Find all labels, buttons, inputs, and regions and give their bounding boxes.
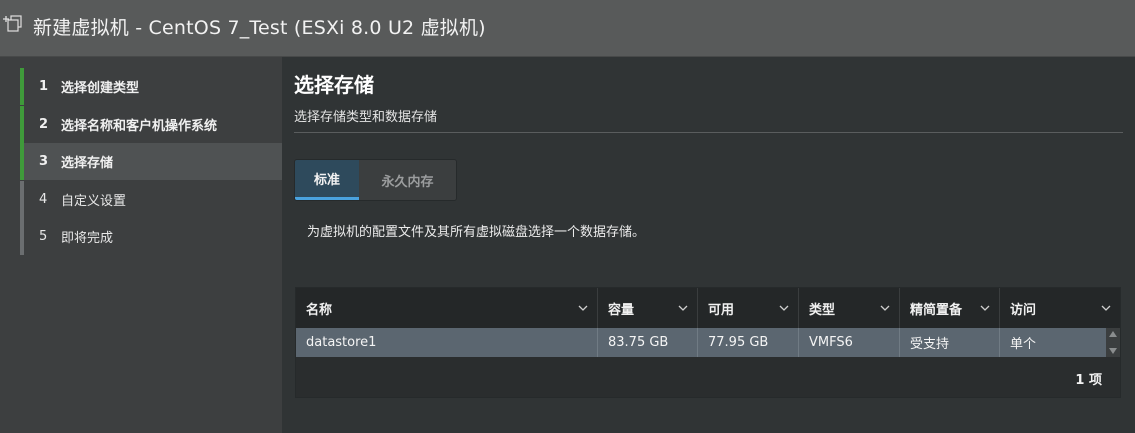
column-label: 访问 (1010, 302, 1037, 318)
wizard-titlebar: 新建虚拟机 - CentOS 7_Test (ESXi 8.0 U2 虚拟机) (0, 0, 1135, 57)
page-title: 选择存储 (294, 73, 374, 97)
column-header-thin-provisioning[interactable]: 精简置备 (900, 288, 1000, 328)
step-number: 2 (39, 117, 49, 132)
step-select-storage[interactable]: 3 选择存储 (20, 143, 282, 180)
chevron-down-icon[interactable] (678, 305, 688, 311)
step-number: 4 (39, 192, 48, 207)
tab-persistent-memory[interactable]: 永久内存 (359, 160, 456, 200)
chevron-down-icon[interactable] (578, 305, 588, 311)
grid-item-count: 1 项 (1075, 373, 1102, 388)
table-row[interactable]: datastore1 83.75 GB 77.95 GB VMFS6 受支持 单… (296, 328, 1106, 357)
column-header-name[interactable]: 名称 (296, 288, 598, 328)
step-status-bar (20, 218, 24, 255)
cell-name: datastore1 (296, 328, 598, 357)
column-header-free[interactable]: 可用 (698, 288, 799, 328)
scroll-down-icon[interactable] (1109, 348, 1117, 354)
storage-type-tabs: 标准 永久内存 (294, 159, 457, 201)
step-label: 自定义设置 (61, 194, 127, 209)
column-label: 容量 (608, 302, 635, 318)
chevron-down-icon[interactable] (1101, 305, 1111, 311)
page-subtitle: 选择存储类型和数据存储 (294, 110, 438, 125)
step-status-bar (20, 106, 24, 143)
column-label: 类型 (809, 302, 836, 318)
new-vm-icon (3, 15, 22, 32)
chevron-down-icon[interactable] (880, 305, 890, 311)
step-label: 即将完成 (61, 231, 114, 246)
column-header-type[interactable]: 类型 (799, 288, 900, 328)
step-status-bar (20, 143, 24, 180)
column-header-capacity[interactable]: 容量 (598, 288, 698, 328)
step-label: 选择存储 (61, 156, 114, 171)
wizard-main-panel: 选择存储 选择存储类型和数据存储 标准 永久内存 为虚拟机的配置文件及其所有虚拟… (282, 57, 1135, 433)
column-label: 名称 (306, 302, 333, 318)
step-ready-to-complete[interactable]: 5 即将完成 (20, 218, 282, 255)
cell-capacity: 83.75 GB (598, 328, 698, 357)
step-customize-settings[interactable]: 4 自定义设置 (20, 181, 282, 218)
cell-free: 77.95 GB (698, 328, 799, 357)
step-status-bar (20, 68, 24, 105)
chevron-down-icon[interactable] (980, 305, 990, 311)
step-select-name-and-os[interactable]: 2 选择名称和客户机操作系统 (20, 106, 282, 143)
step-label: 选择创建类型 (61, 81, 140, 96)
step-number: 5 (39, 229, 48, 244)
column-label: 精简置备 (910, 302, 963, 318)
step-select-creation-type[interactable]: 1 选择创建类型 (20, 68, 282, 105)
wizard-steps-sidebar: 1 选择创建类型 2 选择名称和客户机操作系统 3 选择存储 4 自定义设置 5… (0, 57, 282, 433)
chevron-down-icon[interactable] (779, 305, 789, 311)
cell-access: 单个 (1010, 337, 1037, 352)
step-label: 选择名称和客户机操作系统 (61, 119, 218, 134)
tab-standard[interactable]: 标准 (295, 160, 359, 200)
storage-description: 为虚拟机的配置文件及其所有虚拟磁盘选择一个数据存储。 (307, 225, 646, 240)
column-header-access[interactable]: 访问 (1000, 288, 1120, 328)
column-label: 可用 (708, 302, 735, 318)
wizard-title: 新建虚拟机 - CentOS 7_Test (ESXi 8.0 U2 虚拟机) (33, 17, 486, 39)
grid-header: 名称 容量 可用 类型 精简置备 访问 (296, 288, 1120, 328)
scroll-up-icon[interactable] (1109, 331, 1117, 337)
step-status-bar (20, 181, 24, 218)
grid-scrollbar[interactable] (1106, 328, 1120, 357)
cell-type: VMFS6 (799, 328, 900, 357)
step-number: 3 (39, 154, 49, 169)
divider (294, 132, 1123, 133)
datastore-grid: 名称 容量 可用 类型 精简置备 访问 datastore1 83.75 GB … (295, 287, 1121, 398)
cell-thin-provisioning: 受支持 (900, 328, 1000, 357)
step-number: 1 (39, 79, 49, 94)
